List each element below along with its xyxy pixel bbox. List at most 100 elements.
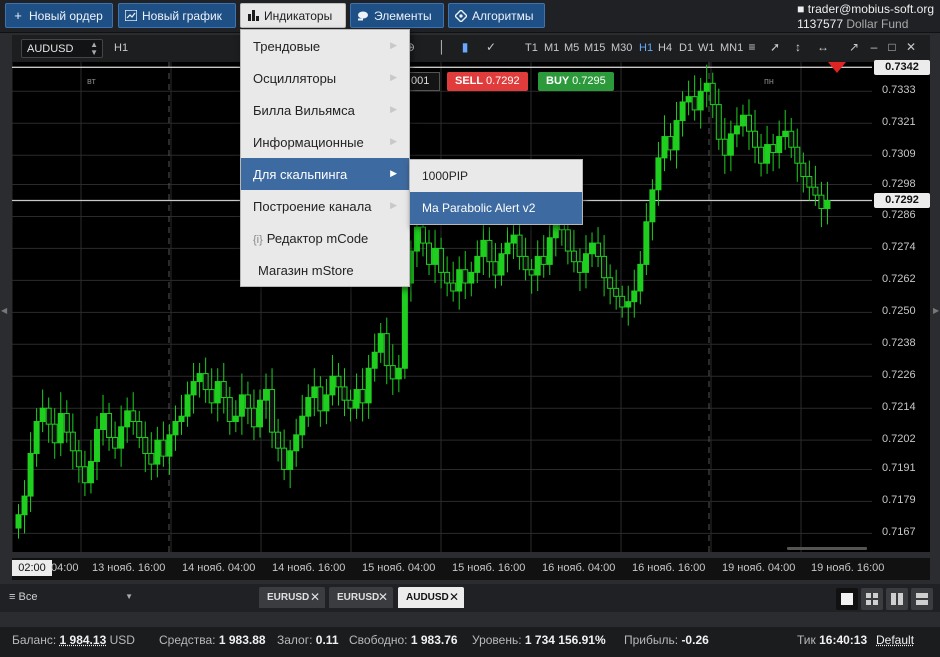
timeframe-h1[interactable]: H1 bbox=[639, 42, 653, 54]
price-tick: 0.7250 bbox=[882, 305, 916, 318]
price-chart[interactable] bbox=[12, 62, 872, 552]
buy-button[interactable]: BUY 0.7295 bbox=[538, 72, 614, 91]
line-type-icon[interactable]: ✓ bbox=[484, 40, 498, 56]
menu-item-mstore[interactable]: Магазин mStore bbox=[241, 254, 409, 286]
candle-body bbox=[311, 386, 318, 399]
candle-body bbox=[281, 447, 288, 470]
timeframe-m5[interactable]: M5 bbox=[564, 42, 579, 54]
close-tab-icon[interactable]: ✕ bbox=[310, 587, 320, 608]
layout-rows-button[interactable] bbox=[911, 588, 933, 610]
timeframe-t1[interactable]: T1 bbox=[525, 42, 538, 54]
new-order-label: Новый ордер bbox=[29, 8, 103, 23]
candle-body bbox=[63, 413, 70, 433]
timeframe-m1[interactable]: M1 bbox=[544, 42, 559, 54]
algorithms-button[interactable]: Алгоритмы bbox=[448, 3, 545, 28]
maximize-icon[interactable]: □ bbox=[885, 40, 899, 56]
chevron-right-icon: ▶ bbox=[390, 104, 397, 114]
candle-body bbox=[486, 239, 493, 263]
layout-grid-button[interactable] bbox=[861, 588, 883, 610]
chart-header: AUDUSD ▲ ▼ H1 ⊕ │ ▮ ✓ T1 M1 M5 M15 M30 H1 H4 D1 W… bbox=[12, 35, 930, 62]
menu-item-channel[interactable]: Построение канала ▶ bbox=[241, 190, 409, 222]
candle-body bbox=[112, 436, 119, 449]
close-tab-icon[interactable]: ✕ bbox=[378, 587, 388, 608]
new-chart-button[interactable]: Новый график bbox=[118, 3, 236, 28]
chart-tab-audusd[interactable]: AUDUSD ✕ bbox=[398, 587, 464, 608]
candle-body bbox=[184, 394, 191, 417]
main-toolbar: + Новый ордер Новый график Индикаторы Эле… bbox=[0, 0, 940, 33]
candle-body bbox=[299, 415, 306, 436]
candle-body bbox=[673, 120, 680, 151]
timeframe-w1[interactable]: W1 bbox=[698, 42, 715, 54]
candle-body bbox=[250, 407, 257, 428]
timeframe-m30[interactable]: M30 bbox=[611, 42, 632, 54]
menu-item-informational[interactable]: Информационные ▶ bbox=[241, 126, 409, 158]
candle-body bbox=[637, 263, 644, 292]
vertical-scale-icon[interactable]: ↕ bbox=[791, 40, 805, 56]
submenu-item-1000pip[interactable]: 1000PIP bbox=[410, 160, 582, 192]
elements-button[interactable]: Элементы bbox=[350, 3, 444, 28]
indicators-button[interactable]: Индикаторы bbox=[240, 3, 346, 28]
bar-type-icon[interactable]: │ bbox=[435, 40, 449, 56]
detach-icon[interactable]: ↗ bbox=[847, 40, 861, 56]
close-tab-icon[interactable]: ✕ bbox=[449, 587, 459, 608]
default-link[interactable]: Default bbox=[876, 633, 914, 647]
sell-button[interactable]: SELL 0.7292 bbox=[447, 72, 528, 91]
filter-select[interactable]: ≡ Все ▼ bbox=[9, 591, 133, 603]
chart-tab-eurusd[interactable]: EURUSD ✕ bbox=[329, 587, 393, 608]
menu-item-bill-williams[interactable]: Билла Вильямса ▶ bbox=[241, 94, 409, 126]
candle-body bbox=[522, 255, 529, 271]
left-panel-arrow-icon[interactable]: ◀ bbox=[1, 306, 9, 316]
candle-body bbox=[655, 157, 662, 191]
candle-body bbox=[480, 239, 487, 257]
plus-icon: + bbox=[14, 7, 22, 23]
new-order-button[interactable]: + Новый ордер bbox=[5, 3, 113, 28]
time-axis[interactable]: 02:00 04:00 13 нояб. 16:00 14 нояб. 04:00 1… bbox=[12, 558, 930, 580]
updown-icon: ▲ ▼ bbox=[90, 40, 98, 57]
indicators-label: Индикаторы bbox=[264, 8, 333, 23]
candle-body bbox=[256, 399, 263, 428]
price-tick: 0.7167 bbox=[882, 526, 916, 539]
layout-columns-button[interactable] bbox=[886, 588, 908, 610]
candle-body bbox=[220, 381, 227, 399]
draw-line-icon[interactable]: ➚ bbox=[768, 40, 782, 56]
menu-item-label: Осцилляторы bbox=[253, 71, 337, 86]
symbol-select[interactable]: AUDUSD ▲ ▼ bbox=[21, 39, 103, 58]
account-info[interactable]: ■ trader@mobius-soft.org 1137577 Dollar … bbox=[797, 2, 934, 31]
submenu-item-ma-parabolic[interactable]: Ma Parabolic Alert v2 bbox=[410, 192, 582, 224]
menu-item-trend[interactable]: Трендовые ▶ bbox=[241, 30, 409, 62]
timeframe-m15[interactable]: M15 bbox=[584, 42, 605, 54]
account-number: 1137577 bbox=[797, 17, 843, 31]
menu-item-scalping[interactable]: Для скальпинга ▶ bbox=[241, 158, 409, 190]
price-tick: 0.7214 bbox=[882, 401, 916, 414]
candle-body bbox=[709, 82, 716, 106]
price-tick: 0.7286 bbox=[882, 209, 916, 222]
candle-body bbox=[226, 397, 233, 423]
timeframe-mn1[interactable]: MN1 bbox=[720, 42, 743, 54]
balance-value[interactable]: 1 984.13 bbox=[60, 633, 107, 647]
candle-body bbox=[93, 429, 100, 462]
timeframe-h4[interactable]: H4 bbox=[658, 42, 672, 54]
candle-body bbox=[329, 375, 336, 396]
indicators-list-icon[interactable]: ≡ bbox=[745, 40, 759, 56]
price-tick: 0.7202 bbox=[882, 433, 916, 446]
candle-body bbox=[601, 255, 608, 279]
price-axis[interactable]: 0.7333 0.7321 0.7309 0.7298 0.7286 0.7274 0.72… bbox=[872, 60, 930, 552]
chart-tab-eurusd[interactable]: EURUSD ✕ bbox=[259, 587, 325, 608]
timeframe-d1[interactable]: D1 bbox=[679, 42, 693, 54]
candlestick-plot bbox=[12, 62, 872, 552]
horizontal-scale-icon[interactable]: ↔ bbox=[816, 40, 830, 56]
close-chart-icon[interactable]: ✕ bbox=[904, 40, 918, 56]
submenu-item-label: Ma Parabolic Alert v2 bbox=[422, 201, 536, 215]
account-name: Dollar Fund bbox=[846, 17, 909, 31]
menu-item-mcode-editor[interactable]: {i} Редактор mCode bbox=[241, 222, 409, 254]
right-panel-arrow-icon[interactable]: ▶ bbox=[933, 306, 940, 316]
minimize-icon[interactable]: – bbox=[867, 40, 881, 56]
candle-body bbox=[244, 394, 251, 409]
layout-single-button[interactable] bbox=[836, 588, 858, 610]
new-chart-label: Новый график bbox=[142, 8, 222, 23]
candle-body bbox=[413, 226, 420, 252]
candle-body bbox=[106, 413, 113, 438]
menu-item-oscillators[interactable]: Осцилляторы ▶ bbox=[241, 62, 409, 94]
candle-type-icon[interactable]: ▮ bbox=[458, 40, 472, 56]
candle-body bbox=[21, 495, 28, 516]
